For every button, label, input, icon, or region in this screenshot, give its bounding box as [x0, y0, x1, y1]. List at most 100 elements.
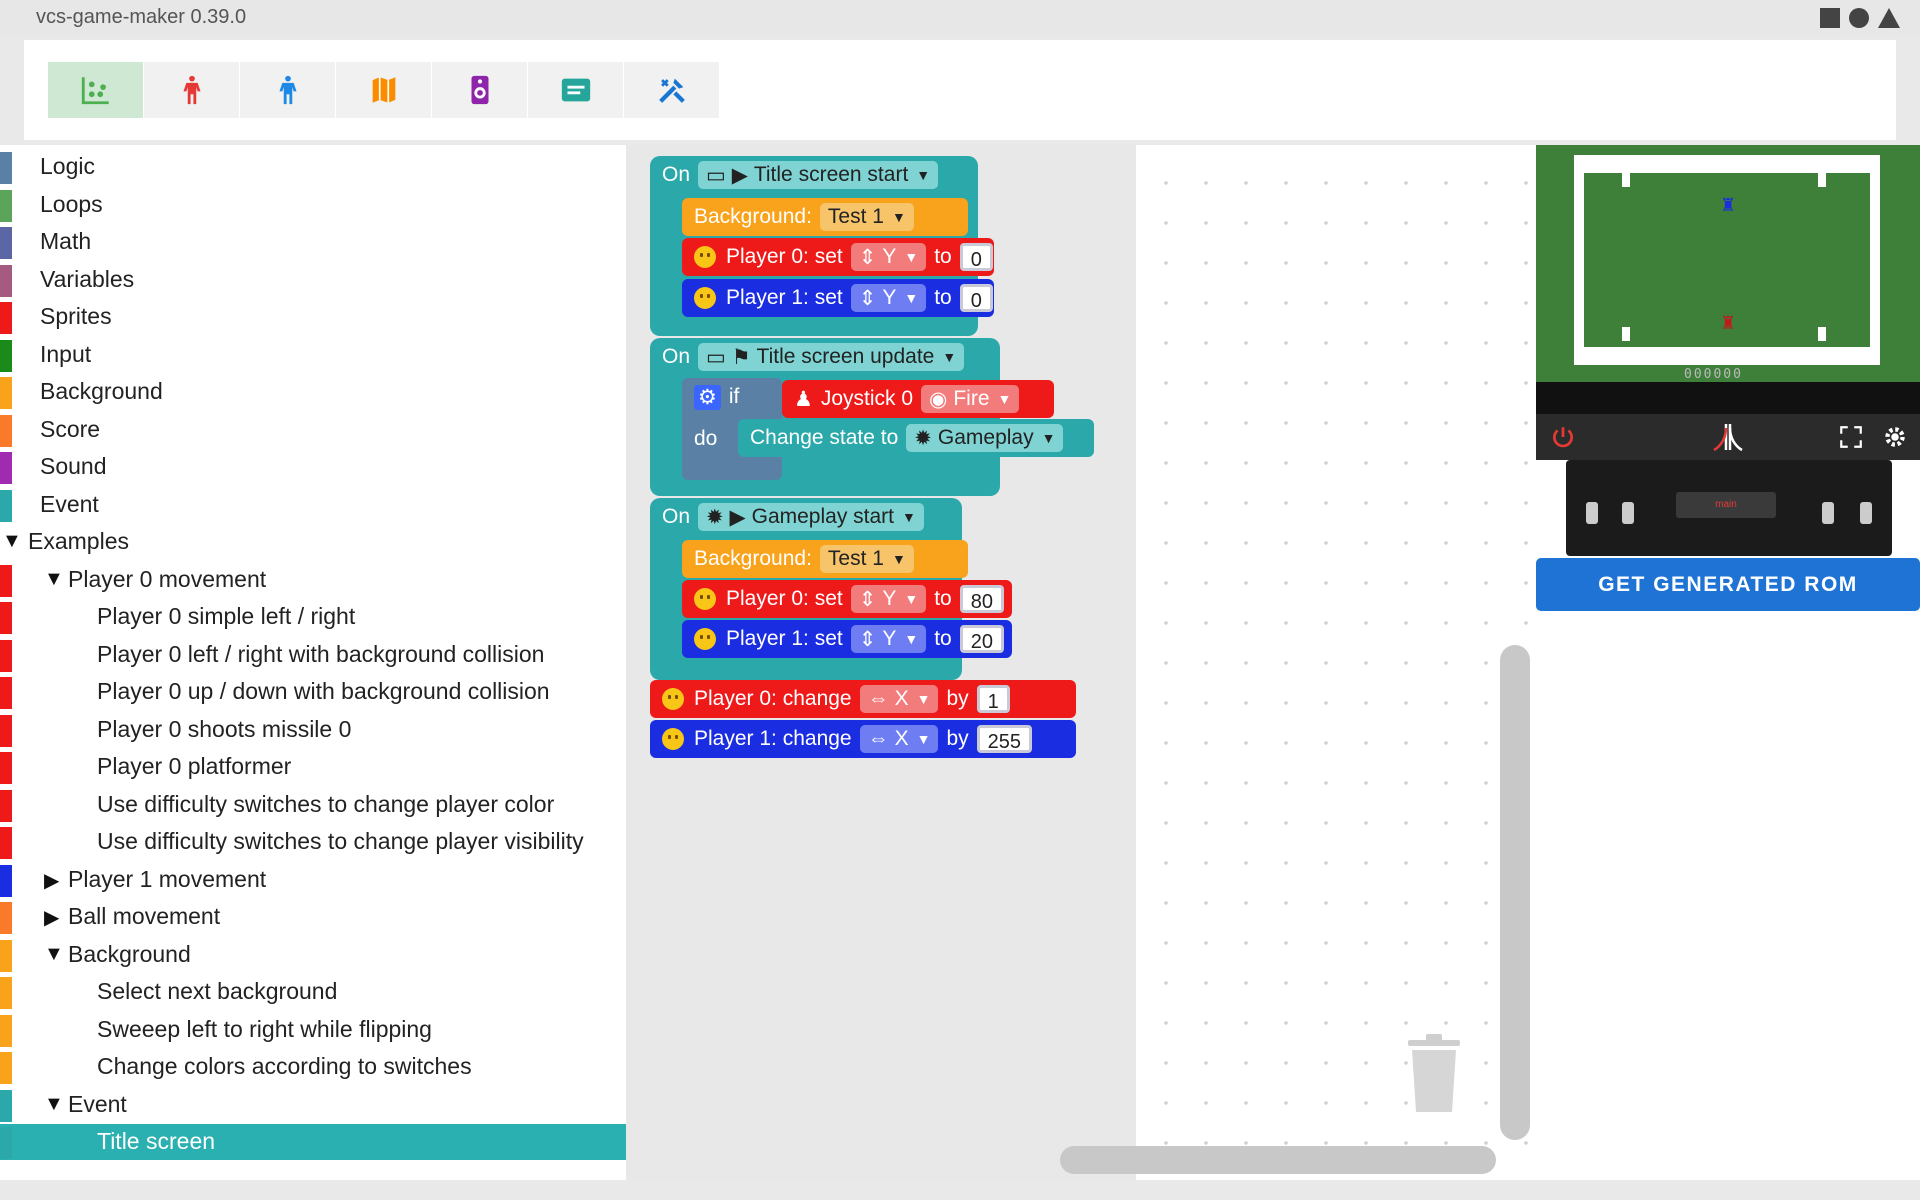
- category-input[interactable]: Input: [0, 337, 626, 373]
- axis-dropdown[interactable]: ⇕ Y ▼: [850, 284, 927, 312]
- state-dropdown[interactable]: ✹ Gameplay ▼: [906, 424, 1064, 452]
- number-input[interactable]: 20: [959, 625, 1004, 653]
- example-item[interactable]: Use difficulty switches to change player…: [0, 824, 626, 860]
- player0-set-block[interactable]: Player 0: set ⇕ Y ▼ to 80: [682, 580, 1012, 618]
- category-color-bar: [0, 1127, 12, 1159]
- category-background[interactable]: Background: [0, 374, 626, 410]
- category-score[interactable]: Score: [0, 412, 626, 448]
- player0-change-block[interactable]: Player 0: change ⇔ X ▼ by 1: [650, 680, 1076, 718]
- expand-down-icon[interactable]: ▼: [44, 1093, 64, 1116]
- example-item[interactable]: Change colors according to switches: [0, 1049, 626, 1085]
- axis-dropdown[interactable]: ⇔ X ▼: [859, 685, 939, 713]
- blocks-workspace[interactable]: [1136, 145, 1536, 1180]
- category-loops[interactable]: Loops: [0, 187, 626, 223]
- emulator-screen[interactable]: ♜ ♜ 000000: [1536, 145, 1920, 382]
- scatter-icon: [81, 77, 109, 105]
- category-color-bar: [0, 752, 12, 784]
- player0-set-block[interactable]: Player 0: set ⇕ Y ▼ to 0: [682, 238, 994, 276]
- axis-dropdown[interactable]: ⇕ Y ▼: [850, 625, 927, 653]
- blocks-tab[interactable]: [48, 62, 144, 118]
- atari-console-image: main: [1566, 460, 1892, 556]
- joystick-block[interactable]: ♟ Joystick 0 ◉ Fire ▼: [782, 380, 1054, 418]
- expand-right-icon[interactable]: ▶: [44, 905, 59, 930]
- category-event[interactable]: Event: [0, 487, 626, 523]
- player1-tab[interactable]: [240, 62, 336, 118]
- example-group[interactable]: ▼ Event: [0, 1087, 626, 1123]
- event-dropdown[interactable]: ✹ ▶ Gameplay start ▼: [698, 503, 924, 531]
- playfield-block: [1818, 173, 1826, 187]
- tree-item-label: Variables: [40, 265, 135, 292]
- expand-down-icon[interactable]: ▼: [2, 530, 22, 553]
- examples-folder[interactable]: ▼ Examples: [0, 524, 626, 560]
- number-input[interactable]: 0: [959, 243, 993, 271]
- axis-dropdown[interactable]: ⇔ X ▼: [859, 725, 939, 753]
- category-variables[interactable]: Variables: [0, 262, 626, 298]
- button-dropdown[interactable]: ◉ Fire ▼: [921, 385, 1020, 413]
- category-color-bar: [0, 1089, 12, 1122]
- joystick-icon: ♟: [794, 387, 813, 411]
- axis-dropdown[interactable]: ⇕ Y ▼: [850, 243, 927, 271]
- number-input[interactable]: 80: [959, 585, 1004, 613]
- expand-down-icon[interactable]: ▼: [44, 943, 64, 966]
- example-item[interactable]: Use difficulty switches to change player…: [0, 787, 626, 823]
- example-item[interactable]: Player 0 shoots missile 0: [0, 712, 626, 748]
- background-dropdown[interactable]: Test 1 ▼: [819, 545, 914, 573]
- player0-tab[interactable]: [144, 62, 240, 118]
- code-tab[interactable]: [528, 62, 624, 118]
- sound-tab[interactable]: [432, 62, 528, 118]
- example-group[interactable]: ▶ Ball movement: [0, 899, 626, 935]
- number-input[interactable]: 255: [976, 725, 1033, 753]
- tools-tab[interactable]: [624, 62, 720, 118]
- vertical-scrollbar[interactable]: [1500, 645, 1530, 1140]
- tree-item-label: Title screen: [97, 1128, 216, 1154]
- player1-sprite: ♜: [1720, 195, 1737, 215]
- example-item[interactable]: Player 0 left / right with background co…: [0, 637, 626, 673]
- circle-icon[interactable]: [1849, 8, 1869, 28]
- change-state-block[interactable]: Change state to ✹ Gameplay ▼: [738, 419, 1094, 457]
- example-item[interactable]: Select next background: [0, 974, 626, 1010]
- horizontal-scrollbar[interactable]: [1060, 1146, 1496, 1174]
- event-dropdown[interactable]: ▭ ▶ Title screen start ▼: [698, 161, 939, 189]
- tree-item-label: Logic: [40, 153, 95, 179]
- background-dropdown[interactable]: Test 1 ▼: [819, 203, 914, 231]
- category-color-bar: [0, 939, 12, 972]
- get-generated-rom-button[interactable]: GET GENERATED ROM: [1536, 558, 1920, 611]
- square-icon[interactable]: [1820, 8, 1840, 28]
- player1-set-block[interactable]: Player 1: set ⇕ Y ▼ to 20: [682, 620, 1012, 658]
- category-color-bar: [0, 339, 12, 372]
- playfield-tab[interactable]: [336, 62, 432, 118]
- example-item[interactable]: Player 0 platformer: [0, 749, 626, 785]
- example-item[interactable]: Sweeep left to right while flipping: [0, 1012, 626, 1048]
- player1-change-block[interactable]: Player 1: change ⇔ X ▼ by 255: [650, 720, 1076, 758]
- example-item[interactable]: Player 0 up / down with background colli…: [0, 674, 626, 710]
- example-group[interactable]: ▼ Background: [0, 937, 626, 973]
- player1-set-block[interactable]: Player 1: set ⇕ Y ▼ to 0: [682, 279, 994, 317]
- expand-down-icon[interactable]: ▼: [44, 568, 64, 591]
- to-label: to: [934, 286, 952, 309]
- category-math[interactable]: Math: [0, 224, 626, 260]
- gear-icon[interactable]: ⚙: [694, 384, 721, 410]
- example-item[interactable]: Title screen: [0, 1124, 626, 1160]
- expand-right-icon[interactable]: ▶: [44, 868, 59, 893]
- to-label: to: [934, 587, 952, 610]
- axis-dropdown[interactable]: ⇕ Y ▼: [850, 585, 927, 613]
- tree-item-label: Sound: [40, 453, 107, 479]
- fullscreen-icon[interactable]: [1838, 424, 1864, 450]
- number-input[interactable]: 0: [959, 284, 993, 312]
- example-group[interactable]: ▶ Player 1 movement: [0, 862, 626, 898]
- background-block[interactable]: Background: Test 1 ▼: [682, 198, 968, 236]
- power-icon[interactable]: [1550, 424, 1576, 450]
- event-dropdown[interactable]: ▭ ⚑ Title screen update ▼: [698, 343, 965, 371]
- example-group[interactable]: ▼ Player 0 movement: [0, 562, 626, 598]
- category-sound[interactable]: Sound: [0, 449, 626, 485]
- background-block[interactable]: Background: Test 1 ▼: [682, 540, 968, 578]
- category-color-bar: [0, 264, 12, 297]
- triangle-icon[interactable]: [1878, 8, 1900, 28]
- trash-icon[interactable]: [1402, 1030, 1466, 1121]
- category-logic[interactable]: Logic: [0, 149, 626, 185]
- example-item[interactable]: Player 0 simple left / right: [0, 599, 626, 635]
- category-sprites[interactable]: Sprites: [0, 299, 626, 335]
- settings-icon[interactable]: [1882, 424, 1908, 450]
- axis-value: X: [894, 687, 909, 710]
- number-input[interactable]: 1: [976, 685, 1010, 713]
